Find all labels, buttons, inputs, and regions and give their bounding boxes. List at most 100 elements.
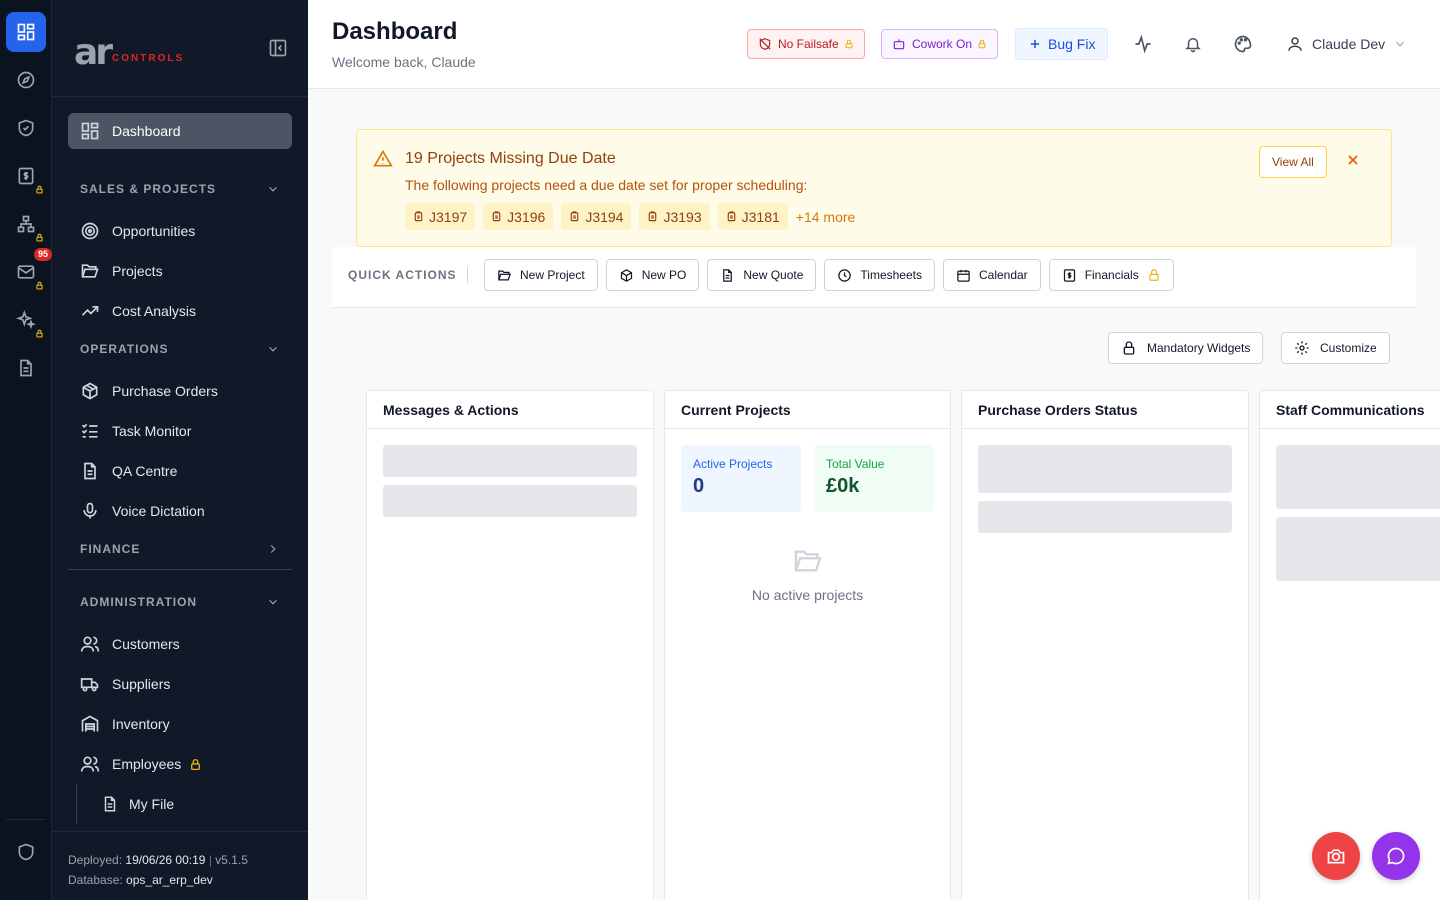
clipboard-icon [649,211,657,222]
users-icon [80,636,100,652]
clipboard-icon [414,211,423,222]
calendar-icon [957,269,970,282]
project-tag[interactable]: J3197 [405,203,476,230]
rail-dashboard-button[interactable] [6,12,46,52]
sidebar-item-employees[interactable]: Employees [68,746,292,782]
lock-icon [1149,269,1159,281]
project-code: J3194 [585,208,624,225]
screenshot-button[interactable] [1312,832,1360,880]
no-failsafe-chip[interactable]: No Failsafe [747,29,865,59]
user-icon [1288,37,1302,51]
notifications-button[interactable] [1181,32,1205,56]
new-quote-button[interactable]: New Quote [707,259,817,291]
welcome-text: Welcome back, Claude [332,54,476,70]
rail-ai-button[interactable] [6,300,46,340]
sidebar-item-customers[interactable]: Customers [68,626,292,662]
more-projects-link[interactable]: +14 more [796,209,856,225]
rail-finance-button[interactable] [6,156,46,196]
project-code: J3197 [429,208,468,225]
rail-documents-button[interactable] [6,348,46,388]
lock-icon [36,281,43,290]
package-icon [82,382,98,400]
section-finance[interactable]: FINANCE [68,537,292,561]
sidebar-item-qa-centre[interactable]: QA Centre [68,453,292,489]
rail-explore-button[interactable] [6,60,46,100]
section-label: ADMINISTRATION [80,595,198,609]
customize-button[interactable]: Customize [1281,332,1390,364]
company-logo[interactable]: ar CONTROLS [74,35,184,71]
section-administration[interactable]: ADMINISTRATION [68,590,292,614]
sidebar-item-label: Suppliers [112,676,171,692]
project-tag[interactable]: J3196 [483,203,554,230]
shield-off-icon [759,38,771,50]
project-code: J3181 [741,208,780,225]
widget-title: Purchase Orders Status [962,391,1248,429]
financials-button[interactable]: Financials [1048,259,1174,291]
sidebar-item-my-file[interactable]: My File [76,784,292,824]
chip-label: No Failsafe [778,37,839,51]
sidebar-item-dashboard[interactable]: Dashboard [68,113,292,149]
active-projects-stat: Active Projects 0 [681,445,801,512]
quick-actions-label: QUICK ACTIONS [348,268,457,282]
sidebar-item-opportunities[interactable]: Opportunities [68,213,292,249]
bot-icon [893,39,905,50]
lock-icon [845,39,853,49]
section-label: OPERATIONS [80,342,169,356]
close-alert-button[interactable] [1345,152,1361,168]
sidebar-item-purchase-orders[interactable]: Purchase Orders [68,373,292,409]
user-menu[interactable]: Claude Dev [1286,32,1407,56]
sidebar-item-voice-dictation[interactable]: Voice Dictation [68,493,292,529]
chevron-down-icon [269,599,277,605]
sparkles-icon [16,310,36,330]
nav-divider [68,569,292,570]
section-operations[interactable]: OPERATIONS [68,337,292,361]
cowork-chip[interactable]: Cowork On [881,29,999,59]
rail-org-button[interactable] [6,204,46,244]
activity-button[interactable] [1131,32,1155,56]
sidebar-item-projects[interactable]: Projects [68,253,292,289]
stat-value: 0 [693,475,705,497]
project-tag[interactable]: J3193 [639,203,710,230]
lock-icon [36,185,43,194]
gear-icon [1295,341,1309,355]
folder-open-icon [498,270,511,280]
mandatory-widgets-button[interactable]: Mandatory Widgets [1108,332,1264,364]
sidebar-item-cost-analysis[interactable]: Cost Analysis [68,293,292,329]
sidebar-item-task-monitor[interactable]: Task Monitor [68,413,292,449]
sidebar-item-suppliers[interactable]: Suppliers [68,666,292,702]
bell-icon [1185,38,1201,53]
rail-admin-button[interactable] [6,832,46,872]
view-all-button[interactable]: View All [1259,146,1327,178]
rail-security-button[interactable] [6,108,46,148]
quick-actions-buttons: New Project New PO New Quote Timesheets … [484,259,1182,291]
bug-fix-button[interactable]: Bug Fix [1015,28,1109,60]
button-label: Calendar [978,268,1028,282]
version: v5.1.5 [215,853,248,867]
document-icon [20,359,32,377]
chevron-down-icon [1396,41,1405,47]
chat-button[interactable] [1372,832,1420,880]
new-po-button[interactable]: New PO [605,259,700,291]
empty-state: No active projects [665,545,950,603]
sidebar-item-label: Task Monitor [112,423,192,439]
sidebar-item-label: QA Centre [112,463,178,479]
loading-skeleton [383,485,637,517]
quick-actions-bar: QUICK ACTIONS New Project New PO New Quo… [332,247,1416,308]
collapse-sidebar-button[interactable] [268,38,288,58]
microphone-icon [83,502,97,519]
rail-mail-button[interactable]: 95 [6,248,52,292]
project-tag[interactable]: J3181 [717,203,788,230]
purchase-orders-status-widget: Purchase Orders Status [961,390,1249,900]
section-sales-projects[interactable]: SALES & PROJECTS [68,177,292,201]
sidebar-item-inventory[interactable]: Inventory [68,706,292,742]
theme-button[interactable] [1231,32,1255,56]
project-tag[interactable]: J3194 [561,203,632,230]
file-text-icon [84,462,96,480]
deployed-label: Deployed: [68,853,123,867]
warning-icon [373,149,393,167]
button-label: Mandatory Widgets [1147,341,1251,355]
calendar-button[interactable]: Calendar [942,259,1041,291]
new-project-button[interactable]: New Project [484,259,598,291]
lock-icon [978,39,986,49]
timesheets-button[interactable]: Timesheets [824,259,935,291]
